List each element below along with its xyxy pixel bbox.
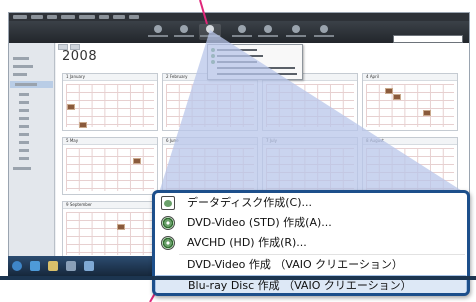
toolbar	[9, 21, 469, 43]
media-icon[interactable]	[66, 261, 76, 271]
month-label: 1 January	[66, 74, 85, 79]
slideshow-icon	[292, 25, 300, 33]
month-label: 5 May	[66, 138, 79, 143]
mini-menu-item[interactable]	[211, 66, 299, 71]
mini-menu-item[interactable]	[211, 48, 299, 53]
toolbar-button[interactable]	[173, 24, 195, 40]
mini-menu-item[interactable]	[211, 72, 299, 77]
month-label: 8 August	[366, 138, 384, 143]
month-tile[interactable]: 5 May	[62, 137, 158, 195]
browser-icon[interactable]	[30, 261, 40, 271]
toolbar-button[interactable]	[231, 24, 253, 40]
month-label: 4 April	[366, 74, 379, 79]
menu-item-dvd-video-std[interactable]: DVD-Video (STD) 作成(A)...	[155, 213, 467, 233]
month-label: 7 July	[266, 138, 278, 143]
month-label: 2 February	[166, 74, 188, 79]
start-button-icon[interactable]	[12, 261, 22, 271]
month-tile[interactable]: 1 January	[62, 73, 158, 131]
menu-item-label: データディスク作成(C)...	[187, 196, 312, 209]
app-icon[interactable]	[84, 261, 94, 271]
photo-thumbnail[interactable]	[67, 104, 75, 110]
mini-menu-item[interactable]	[211, 60, 299, 65]
photo-thumbnail[interactable]	[393, 94, 401, 100]
month-tile[interactable]: 7 July	[262, 137, 358, 195]
photo-thumbnail[interactable]	[385, 88, 393, 94]
figure-bottom-strip	[0, 276, 476, 280]
month-tile[interactable]: 6 June	[162, 137, 258, 195]
disc-create-context-menu	[207, 44, 303, 80]
year-label: 2008	[62, 49, 98, 64]
edit-icon	[180, 25, 188, 33]
toolbar-button[interactable]	[285, 24, 307, 40]
menu-item-dvd-video-vaio[interactable]: DVD-Video 作成 （VAIO クリエーション）	[155, 255, 467, 275]
menu-item-label: DVD-Video (STD) 作成(A)...	[187, 216, 332, 229]
month-tile[interactable]: 8 August	[362, 137, 458, 195]
menu-item-label: DVD-Video 作成 （VAIO クリエーション）	[187, 258, 403, 271]
toolbar-button[interactable]	[147, 24, 169, 40]
disc-create-menu-zoom: データディスク作成(C)... DVD-Video (STD) 作成(A)...…	[152, 190, 470, 296]
month-label: 6 June	[166, 138, 179, 143]
sidebar	[9, 43, 55, 277]
menu-bar	[9, 13, 469, 21]
dvd-disc-icon	[161, 216, 175, 230]
disc-icon	[206, 25, 214, 33]
create-disc-button[interactable]	[199, 24, 221, 40]
share-icon	[238, 25, 246, 33]
view-button[interactable]	[70, 44, 80, 50]
month-tile[interactable]: 2 February	[162, 73, 258, 131]
toolbar-button[interactable]	[257, 24, 279, 40]
print-icon	[264, 25, 272, 33]
screenshot-figure: 2008 1 January 2 February 3 March 4 Apri…	[0, 0, 476, 302]
month-tile[interactable]: 3 March	[262, 73, 358, 131]
view-button[interactable]	[58, 44, 68, 50]
menu-item-label: Blu-ray Disc 作成 （VAIO クリエーション）	[188, 279, 412, 292]
data-disc-icon	[161, 196, 175, 210]
month-label: 9 September	[66, 202, 92, 207]
menu-item-label: AVCHD (HD) 作成(R)...	[187, 236, 307, 249]
search-input[interactable]	[393, 35, 463, 43]
photo-thumbnail[interactable]	[117, 224, 125, 230]
menu-item-avchd-hd[interactable]: AVCHD (HD) 作成(R)...	[155, 233, 467, 253]
mini-menu-item[interactable]	[211, 54, 299, 59]
photo-thumbnail[interactable]	[423, 110, 431, 116]
month-tile[interactable]: 9 September	[62, 201, 158, 259]
photo-thumbnail[interactable]	[79, 122, 87, 128]
camera-icon	[154, 25, 162, 33]
photo-thumbnail[interactable]	[133, 158, 141, 164]
avchd-disc-icon	[161, 236, 175, 250]
folder-icon[interactable]	[48, 261, 58, 271]
menu-item-data-disc[interactable]: データディスク作成(C)...	[155, 193, 467, 213]
toolbar-button[interactable]	[313, 24, 335, 40]
month-tile[interactable]: 4 April	[362, 73, 458, 131]
settings-icon	[320, 25, 328, 33]
